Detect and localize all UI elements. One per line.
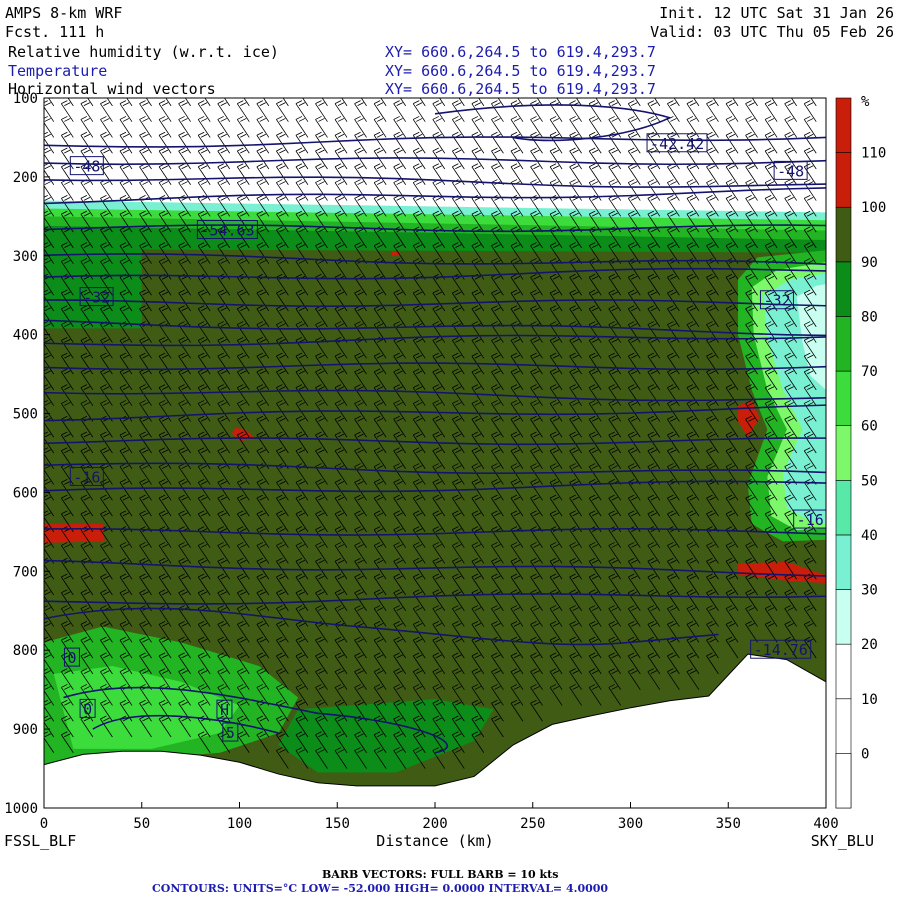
colorbar-unit: % [861,94,870,110]
contour-label: -16 [797,511,824,529]
y-tick-label: 300 [13,249,38,265]
contour-legend: CONTOURS: UNITS=°C LOW= -52.000 HIGH= 0.… [152,882,609,895]
x-axis-label: Distance (km) [376,832,493,850]
x-tick-label: 100 [227,816,252,832]
y-tick-label: 600 [13,485,38,501]
y-tick-label: 200 [13,170,38,186]
cross-section-chart: -48 -48 -42.42 -54.63 -32 -32 -16 -16 -14.76 0 0 H 5… [4,91,886,850]
colorbar-segment [835,152,852,208]
y-tick-label: 800 [13,643,38,659]
contour-label: -42.42 [650,135,704,153]
plot-area: -48 -48 -42.42 -54.63 -32 -32 -16 -16 -14.76 0 0 H 5 [44,98,826,808]
colorbar-segment [835,97,852,153]
right-endpoint-label: SKY_BLU [811,832,874,850]
x-tick-label: 200 [422,816,447,832]
colorbar-segment [835,643,852,700]
rh-patch-110-a [44,524,105,543]
colorbar-segment [835,753,852,809]
x-tick-label: 0 [40,816,48,832]
contour-label: -32 [83,289,110,307]
x-tick-label: 400 [813,816,838,832]
colorbar-segment [835,370,852,426]
colorbar-segment [835,425,852,481]
colorbar-segment [835,206,852,263]
colorbar-tick-label: 60 [861,419,878,435]
x-tick-label: 50 [133,816,150,832]
colorbar-tick-label: 20 [861,637,878,653]
x-tick-label: 350 [716,816,741,832]
colorbar-tick-label: 80 [861,309,878,325]
contour-label: 0 [67,649,76,667]
colorbar-tick-label: 30 [861,583,878,599]
contour-label: -48 [73,158,100,176]
colorbar-tick-label: 70 [861,364,878,380]
contour-label: -54.63 [200,222,254,240]
colorbar-tick-label: 10 [861,692,878,708]
colorbar-segment [835,534,852,590]
colorbar-tick-label: 110 [861,146,886,162]
contour-label: 5 [226,724,235,742]
x-tick-label: 250 [520,816,545,832]
y-tick-label: 100 [13,91,38,107]
y-tick-label: 700 [13,564,38,580]
colorbar-tick-label: 50 [861,473,878,489]
x-tick-label: 150 [325,816,350,832]
colorbar-segment [835,589,852,645]
contour-label: H [220,701,229,719]
contour-label: -32 [763,292,790,310]
left-endpoint-label: FSSL_BLF [4,832,76,850]
x-tick-label: 300 [618,816,643,832]
contour-label: -14.76 [754,641,808,659]
y-tick-label: 900 [13,722,38,738]
colorbar-tick-label: 90 [861,255,878,271]
contour-label: -16 [73,468,100,486]
colorbar-tick-label: 100 [861,200,886,216]
y-tick-label: 500 [13,407,38,423]
colorbar-tick-label: 40 [861,528,878,544]
contour-label: -48 [777,162,804,180]
barb-legend: BARB VECTORS: FULL BARB = 10 kts [322,868,559,881]
y-tick-label: 400 [13,328,38,344]
contour-label: 0 [83,700,92,718]
colorbar-segment [835,316,852,372]
y-tick-label: 1000 [4,801,38,817]
colorbar-segment [835,261,852,317]
colorbar-tick-label: 0 [861,746,869,762]
colorbar-segment [835,698,852,754]
colorbar-segment [835,480,852,536]
